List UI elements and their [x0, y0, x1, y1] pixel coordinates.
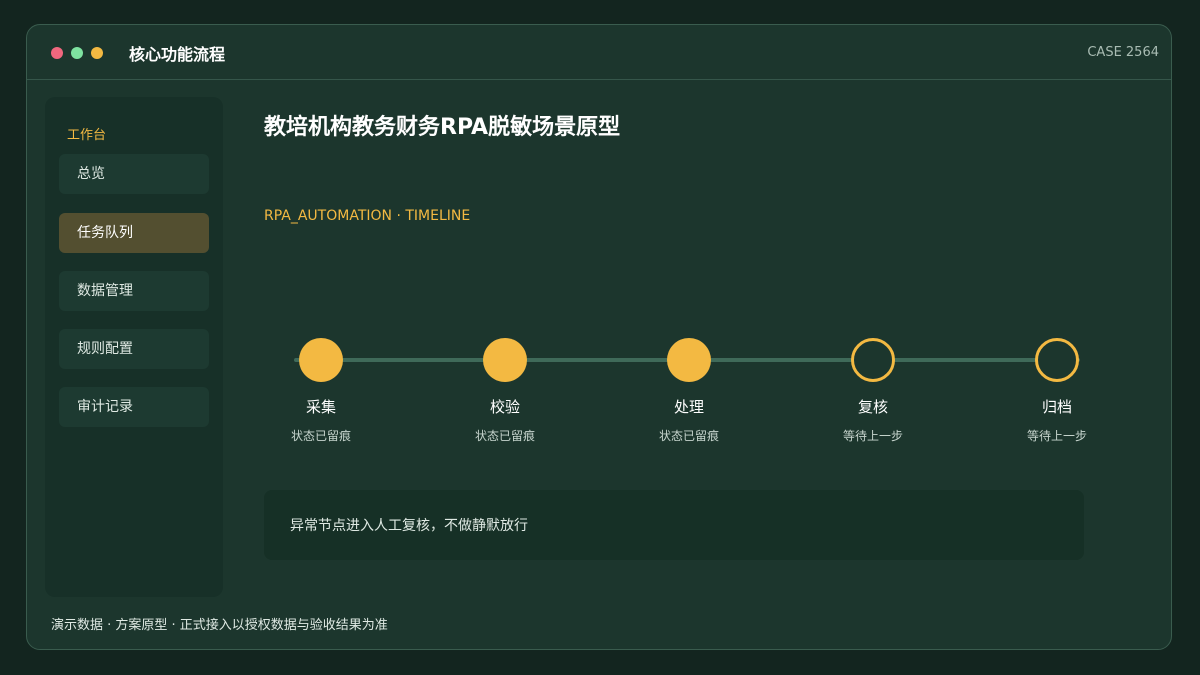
- step-status: 状态已留痕: [474, 429, 535, 443]
- sidebar-item-task-queue[interactable]: 任务队列: [59, 213, 209, 253]
- title-bar: 核心功能流程 CASE 2564: [27, 25, 1171, 80]
- case-id: CASE 2564: [1087, 45, 1159, 60]
- footer-note: 演示数据 · 方案原型 · 正式接入以授权数据与验收结果为准: [51, 618, 388, 633]
- step-status: 状态已留痕: [658, 429, 719, 443]
- timeline-step: 归档 等待上一步: [997, 338, 1117, 444]
- minimize-dot[interactable]: [91, 47, 103, 59]
- step-pending-marker: [851, 338, 895, 382]
- step-done-marker: [667, 338, 711, 382]
- sidebar-heading: 工作台: [67, 128, 107, 143]
- exception-notice: 异常节点进入人工复核，不做静默放行: [264, 490, 1084, 560]
- close-dot[interactable]: [51, 47, 63, 59]
- step-status: 等待上一步: [1026, 429, 1087, 443]
- step-done-marker: [483, 338, 527, 382]
- page-title: 教培机构教务财务RPA脱敏场景原型: [264, 115, 621, 140]
- timeline-step: 校验 状态已留痕: [445, 338, 565, 444]
- sidebar-item-audit-log[interactable]: 审计记录: [59, 387, 209, 427]
- step-label: 复核: [857, 398, 888, 416]
- page-subtitle: RPA_AUTOMATION · TIMELINE: [264, 208, 471, 224]
- sidebar-item-overview[interactable]: 总览: [59, 154, 209, 194]
- step-label: 归档: [1041, 398, 1072, 416]
- step-status: 状态已留痕: [290, 429, 351, 443]
- sidebar: 工作台 总览 任务队列 数据管理 规则配置 审计记录: [45, 97, 223, 597]
- step-done-marker: [299, 338, 343, 382]
- timeline-step: 处理 状态已留痕: [629, 338, 749, 444]
- maximize-dot[interactable]: [71, 47, 83, 59]
- timeline-step: 采集 状态已留痕: [261, 338, 381, 444]
- step-status: 等待上一步: [842, 429, 903, 443]
- sidebar-item-rule-config[interactable]: 规则配置: [59, 329, 209, 369]
- step-label: 采集: [305, 398, 336, 416]
- window-title: 核心功能流程: [129, 45, 226, 64]
- step-label: 校验: [489, 398, 520, 416]
- timeline-step: 复核 等待上一步: [813, 338, 933, 444]
- step-label: 处理: [673, 398, 704, 416]
- app-window: 核心功能流程 CASE 2564 工作台 总览 任务队列 数据管理 规则配置 审…: [26, 24, 1172, 650]
- step-pending-marker: [1035, 338, 1079, 382]
- sidebar-item-data-management[interactable]: 数据管理: [59, 271, 209, 311]
